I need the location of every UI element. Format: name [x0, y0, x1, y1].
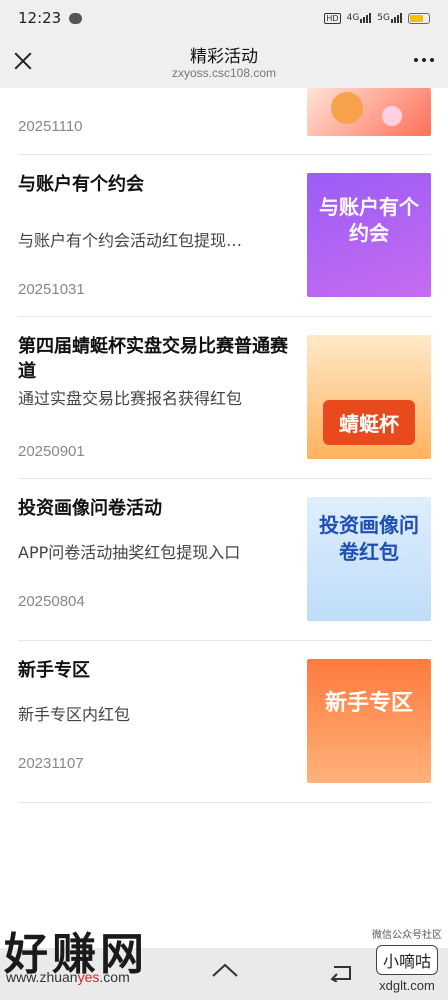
item-title: 投资画像问卷活动	[18, 498, 162, 519]
status-time: 12:23	[18, 9, 62, 27]
page-domain: zxyoss.csc108.com	[171, 66, 277, 80]
item-title: 第四届蜻蜓杯实盘交易比赛普通赛道	[18, 336, 288, 382]
item-description: 通过实盘交易比赛报名获得红包	[18, 389, 243, 408]
item-date: 20231107	[18, 755, 84, 772]
item-thumbnail: 新手专区	[307, 659, 431, 783]
item-date: 20251031	[18, 281, 85, 298]
watermark-right: 微信公众号社区 小嘀咕 xdglt.com	[372, 926, 442, 993]
item-date: 20250901	[18, 443, 85, 460]
list-item[interactable]: 第四届蜻蜓杯实盘交易比赛普通赛道 通过实盘交易比赛报名获得红包 20250901…	[18, 317, 431, 479]
item-description: APP问卷活动抽奖红包提现入口	[18, 543, 241, 562]
thumbnail-caption: 蜻蜓杯	[323, 399, 415, 445]
more-options-icon[interactable]	[414, 58, 434, 62]
watermark-badge: 小嘀咕	[375, 945, 438, 975]
back-icon[interactable]	[330, 964, 352, 982]
watermark-url: www.zhuanyes.com	[6, 969, 130, 985]
watermark-site: xdglt.com	[379, 978, 435, 993]
signal-4g-icon: 4G	[347, 13, 372, 23]
activity-list: 20251110 与账户有个约会 与账户有个约会活动红包提现… 20251031…	[18, 88, 431, 803]
item-thumbnail	[307, 88, 431, 136]
home-icon[interactable]	[211, 962, 239, 982]
item-date: 20250804	[18, 593, 85, 610]
signal-5g-icon: 5G	[377, 13, 402, 23]
item-thumbnail: 与账户有个约会	[307, 173, 431, 297]
status-bar: 12:23 HD 4G 5G	[0, 0, 448, 36]
page-header: 精彩活动 zxyoss.csc108.com	[0, 36, 448, 88]
thumbnail-caption: 与账户有个约会	[319, 195, 419, 245]
page-title: 精彩活动	[190, 47, 258, 67]
item-title: 与账户有个约会	[18, 174, 144, 195]
item-thumbnail: 蜻蜓杯	[307, 335, 431, 459]
watermark-small-text: 微信公众号社区	[372, 930, 442, 941]
item-description: 与账户有个约会活动红包提现…	[18, 231, 243, 250]
list-item[interactable]: 与账户有个约会 与账户有个约会活动红包提现… 20251031 与账户有个约会	[18, 155, 431, 317]
list-item[interactable]: 新手专区 新手专区内红包 20231107 新手专区	[18, 641, 431, 803]
item-title: 新手专区	[18, 660, 90, 681]
item-description: 新手专区内红包	[18, 705, 131, 724]
item-date: 20251110	[18, 118, 83, 135]
battery-icon	[408, 12, 430, 24]
list-item[interactable]: 投资画像问卷活动 APP问卷活动抽奖红包提现入口 20250804 投资画像问卷…	[18, 479, 431, 641]
status-icons: HD 4G 5G	[324, 12, 430, 24]
list-item[interactable]: 20251110	[18, 88, 431, 155]
message-icon	[69, 12, 83, 24]
item-thumbnail: 投资画像问卷红包	[307, 497, 431, 621]
hd-icon: HD	[324, 12, 341, 24]
thumbnail-caption: 投资画像问卷红包	[319, 513, 419, 564]
thumbnail-caption: 新手专区	[324, 691, 413, 716]
